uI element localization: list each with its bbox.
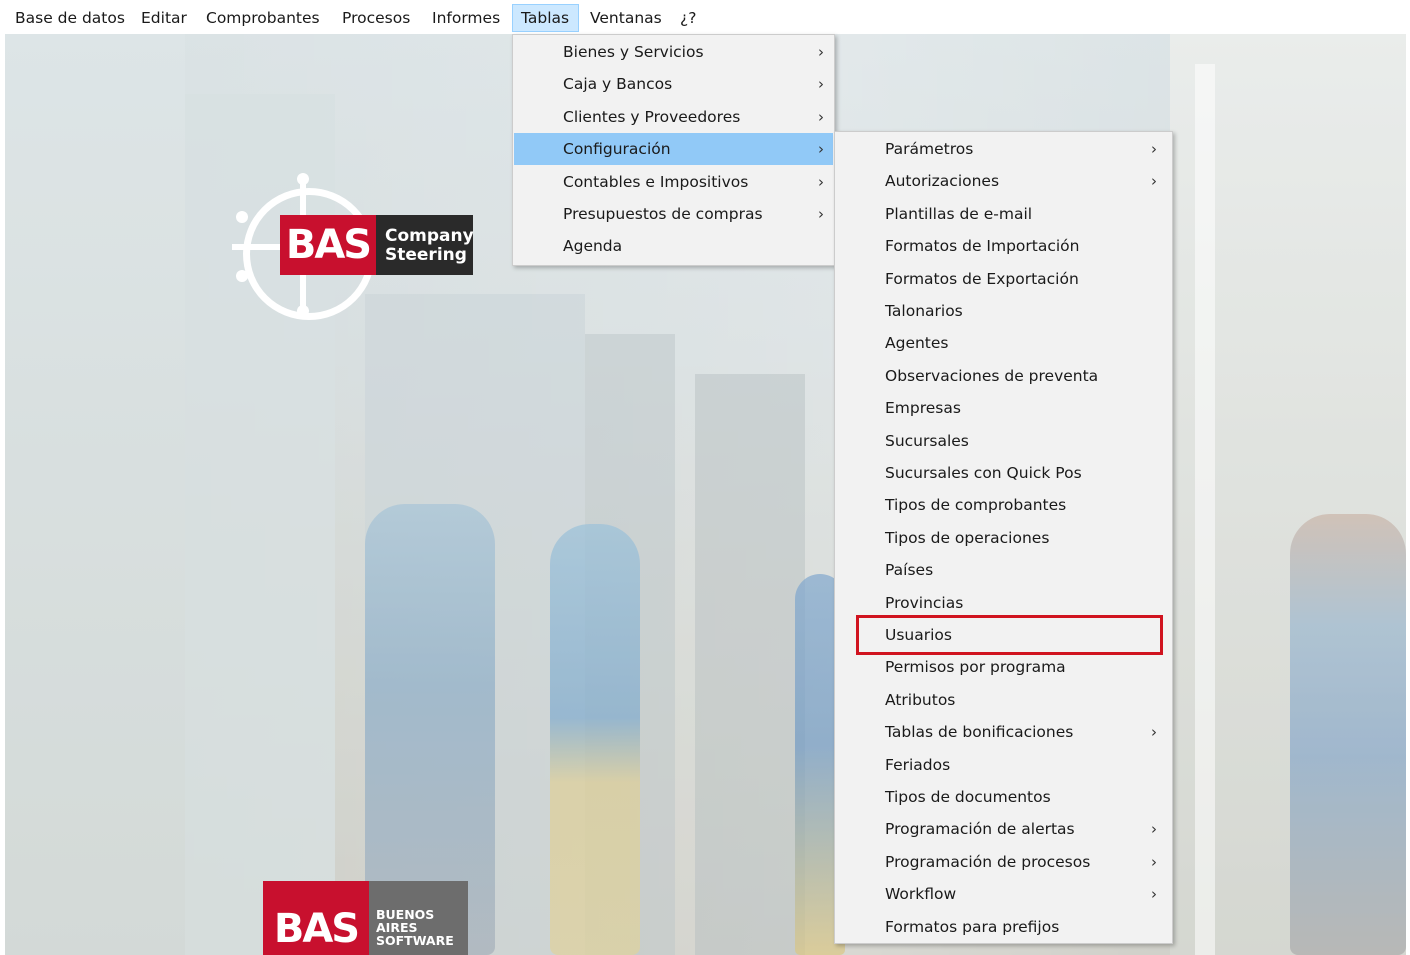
- menu-item-label: Caja y Bancos: [563, 75, 673, 94]
- menu-item-plantillas-de-e-mail[interactable]: Plantillas de e-mail: [836, 198, 1171, 230]
- menu-item-label: Formatos para prefijos: [885, 917, 1060, 936]
- menu-item-empresas[interactable]: Empresas: [836, 392, 1171, 424]
- menu-item-label: Tipos de documentos: [885, 788, 1051, 806]
- menu-item-feriados[interactable]: Feriados: [836, 749, 1171, 781]
- menu-item-label: Bienes y Servicios: [563, 43, 704, 61]
- menu-item-label: Presupuestos de compras: [563, 205, 763, 223]
- menu-item-autorizaciones[interactable]: Autorizaciones ›: [836, 165, 1171, 197]
- menu-item-label: Programación de procesos: [885, 852, 1091, 871]
- menu-item-programacion-de-procesos[interactable]: Programación de procesos ›: [836, 846, 1171, 878]
- menu-bar: Base de datos Editar Comprobantes Proces…: [0, 0, 1410, 34]
- logo-node-icon: [297, 173, 309, 185]
- chevron-right-icon: ›: [818, 107, 824, 126]
- menu-item-formatos-para-prefijos[interactable]: Formatos para prefijos: [836, 911, 1171, 943]
- logo-tagline: Company Steering: [376, 215, 474, 275]
- menu-item-contables-e-impositivos[interactable]: Contables e Impositivos ›: [514, 166, 833, 198]
- menu-item-label: Plantillas de e-mail: [885, 204, 1033, 223]
- logo-node-icon: [236, 270, 248, 282]
- menu-procesos[interactable]: Procesos: [334, 4, 418, 32]
- menu-item-label: Configuración: [563, 140, 671, 159]
- chevron-right-icon: ›: [818, 140, 824, 159]
- chevron-right-icon: ›: [1151, 172, 1157, 191]
- logo-tagline-line1: Company: [385, 226, 474, 246]
- menu-item-label: Formatos de Importación: [885, 237, 1080, 256]
- menu-informes[interactable]: Informes: [424, 4, 508, 32]
- menu-item-label: Contables e Impositivos: [563, 172, 749, 191]
- chevron-right-icon: ›: [818, 205, 824, 223]
- menu-item-formatos-de-importacion[interactable]: Formatos de Importación: [836, 230, 1171, 262]
- menu-item-label: Empresas: [885, 399, 961, 418]
- menu-item-label: Permisos por programa: [885, 658, 1066, 677]
- menu-comprobantes[interactable]: Comprobantes: [198, 4, 328, 32]
- menu-ventanas[interactable]: Ventanas: [582, 4, 670, 32]
- menu-item-label: Países: [885, 561, 934, 580]
- logo-bas-mark: BAS: [280, 215, 376, 275]
- menu-item-clientes-y-proveedores[interactable]: Clientes y Proveedores ›: [514, 101, 833, 133]
- menu-item-sucursales[interactable]: Sucursales: [836, 425, 1171, 457]
- menu-item-label: Clientes y Proveedores: [563, 107, 741, 126]
- menu-item-label: Talonarios: [885, 302, 963, 320]
- menu-item-configuracion[interactable]: Configuración ›: [514, 133, 833, 166]
- footer-logo-bas-mark: BAS: [263, 881, 369, 955]
- menu-item-permisos-por-programa[interactable]: Permisos por programa: [836, 651, 1171, 683]
- logo-tagline-line2: Steering: [385, 245, 467, 265]
- menu-item-label: Tipos de comprobantes: [885, 496, 1067, 515]
- menu-item-paises[interactable]: Países: [836, 554, 1171, 586]
- menu-item-label: Parámetros: [885, 140, 974, 158]
- configuracion-submenu: Parámetros › Autorizaciones › Plantillas de …: [834, 131, 1173, 944]
- menu-item-label: Sucursales con Quick Pos: [885, 464, 1082, 482]
- menu-item-tipos-de-documentos[interactable]: Tipos de documentos: [836, 781, 1171, 813]
- menu-item-label: Atributos: [885, 690, 956, 709]
- chevron-right-icon: ›: [1151, 820, 1157, 839]
- chevron-right-icon: ›: [818, 172, 824, 191]
- footer-logo-text: BUENOS AIRES SOFTWARE: [369, 881, 468, 955]
- menu-item-label: Sucursales: [885, 431, 969, 450]
- menu-editar[interactable]: Editar: [133, 4, 195, 32]
- menu-item-programacion-de-alertas[interactable]: Programación de alertas ›: [836, 813, 1171, 845]
- menu-item-caja-y-bancos[interactable]: Caja y Bancos ›: [514, 68, 833, 100]
- menu-item-bienes-y-servicios[interactable]: Bienes y Servicios ›: [514, 36, 833, 68]
- menu-base-de-datos[interactable]: Base de datos: [7, 4, 133, 32]
- menu-help[interactable]: ¿?: [672, 4, 704, 32]
- menu-item-parametros[interactable]: Parámetros ›: [836, 133, 1171, 165]
- menu-item-atributos[interactable]: Atributos: [836, 684, 1171, 716]
- menu-item-talonarios[interactable]: Talonarios: [836, 295, 1171, 327]
- menu-item-agentes[interactable]: Agentes: [836, 327, 1171, 359]
- chevron-right-icon: ›: [818, 75, 824, 94]
- menu-item-label: Programación de alertas: [885, 820, 1075, 839]
- menu-item-label: Feriados: [885, 755, 951, 774]
- menu-item-tablas-de-bonificaciones[interactable]: Tablas de bonificaciones ›: [836, 716, 1171, 748]
- menu-item-tipos-de-operaciones[interactable]: Tipos de operaciones: [836, 522, 1171, 554]
- menu-item-label: Usuarios: [885, 626, 952, 644]
- menu-item-label: Tablas de bonificaciones: [885, 723, 1074, 742]
- footer-logo-line3: SOFTWARE: [376, 933, 454, 948]
- menu-item-agenda[interactable]: Agenda: [514, 230, 833, 262]
- menu-item-label: Workflow: [885, 885, 957, 904]
- chevron-right-icon: ›: [1151, 852, 1157, 871]
- logo-node-icon: [236, 211, 248, 223]
- menu-item-label: Agentes: [885, 334, 949, 353]
- chevron-right-icon: ›: [1151, 140, 1157, 158]
- chevron-right-icon: ›: [818, 43, 824, 61]
- menu-item-presupuestos-de-compras[interactable]: Presupuestos de compras ›: [514, 198, 833, 230]
- menu-item-observaciones-de-preventa[interactable]: Observaciones de preventa: [836, 360, 1171, 392]
- menu-item-label: Formatos de Exportación: [885, 269, 1079, 288]
- menu-item-label: Provincias: [885, 593, 964, 612]
- menu-item-formatos-de-exportacion[interactable]: Formatos de Exportación: [836, 263, 1171, 295]
- menu-item-provincias[interactable]: Provincias: [836, 587, 1171, 619]
- logo-node-icon: [297, 305, 309, 317]
- menu-item-tipos-de-comprobantes[interactable]: Tipos de comprobantes: [836, 489, 1171, 521]
- menu-item-workflow[interactable]: Workflow ›: [836, 878, 1171, 910]
- menu-item-sucursales-con-quick-pos[interactable]: Sucursales con Quick Pos: [836, 457, 1171, 489]
- menu-item-usuarios[interactable]: Usuarios: [836, 619, 1171, 651]
- menu-item-label: Observaciones de preventa: [885, 366, 1099, 385]
- menu-item-label: Tipos de operaciones: [885, 528, 1050, 547]
- menu-item-label: Agenda: [563, 237, 623, 256]
- chevron-right-icon: ›: [1151, 885, 1157, 904]
- tablas-dropdown-menu: Bienes y Servicios › Caja y Bancos › Cliente…: [512, 34, 835, 266]
- menu-tablas[interactable]: Tablas: [512, 4, 579, 32]
- chevron-right-icon: ›: [1151, 723, 1157, 742]
- menu-item-label: Autorizaciones: [885, 172, 1000, 191]
